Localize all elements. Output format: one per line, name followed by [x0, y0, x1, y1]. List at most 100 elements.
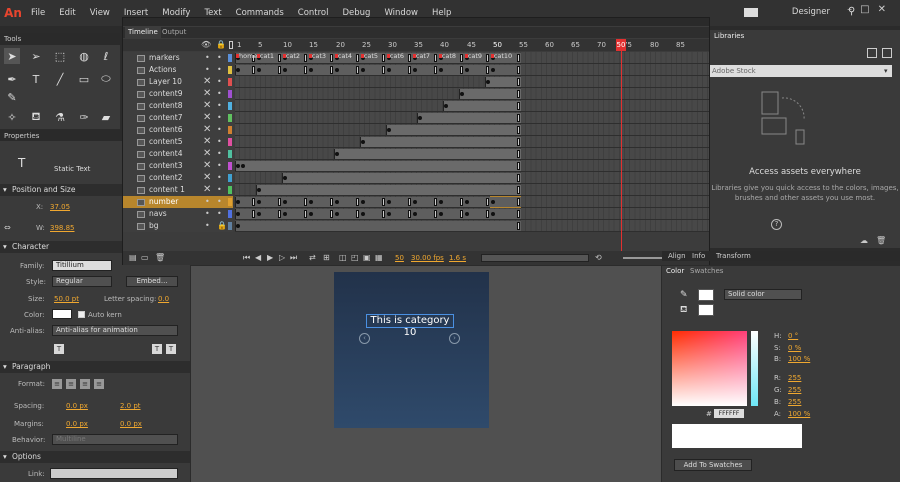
end-frame[interactable]	[516, 54, 520, 62]
end-frame[interactable]	[485, 66, 489, 74]
frame-span[interactable]	[359, 137, 521, 147]
keyframe[interactable]	[386, 128, 391, 132]
lock-toggle-icon[interactable]: •	[217, 208, 222, 220]
layer-frames[interactable]	[235, 196, 709, 208]
fill-type-select[interactable]: Solid color	[724, 289, 802, 300]
trash-icon[interactable]: 🗑	[876, 236, 886, 245]
end-frame[interactable]	[407, 198, 411, 206]
free-transform-tool-icon[interactable]: ⬚	[52, 48, 68, 64]
keyframe[interactable]	[236, 68, 240, 72]
end-frame[interactable]	[516, 114, 520, 122]
keyframe[interactable]	[256, 188, 261, 192]
lock-toggle-icon[interactable]: •	[217, 124, 222, 136]
layer-name-cell[interactable]: content8 ✕ •	[123, 100, 233, 112]
end-frame[interactable]	[355, 66, 359, 74]
keyframe[interactable]	[236, 164, 240, 168]
layer-name-cell[interactable]: bg • 🔒	[123, 220, 233, 232]
s-value[interactable]: 0 %	[788, 344, 801, 352]
hex-input[interactable]: FFFFFF	[714, 409, 744, 418]
keyframe[interactable]	[308, 200, 313, 204]
end-frame[interactable]	[516, 138, 520, 146]
end-frame[interactable]	[355, 198, 359, 206]
g-value[interactable]: 255	[788, 386, 801, 394]
layer-color-chip[interactable]	[228, 222, 232, 230]
keyframe[interactable]	[412, 68, 417, 72]
lock-toggle-icon[interactable]: •	[217, 52, 222, 64]
selectable-text-icon[interactable]: T	[54, 344, 64, 354]
align-left-icon[interactable]: ≡	[52, 379, 62, 389]
layer-color-chip[interactable]	[228, 198, 232, 206]
hidden-toggle-icon[interactable]: ✕	[203, 148, 211, 160]
keyframe[interactable]	[236, 212, 240, 216]
keyframe[interactable]	[282, 68, 287, 72]
playhead-line[interactable]	[621, 39, 622, 253]
hidden-toggle-icon[interactable]: ✕	[203, 184, 211, 196]
end-frame[interactable]	[459, 210, 463, 218]
end-frame[interactable]	[485, 54, 489, 62]
keyframe[interactable]	[490, 200, 495, 204]
end-frame[interactable]	[381, 210, 385, 218]
end-frame[interactable]	[329, 210, 333, 218]
layer-name-cell[interactable]: Actions • •	[123, 64, 233, 76]
keyframe[interactable]	[360, 200, 365, 204]
layer-frames[interactable]	[235, 88, 709, 100]
refresh-icon[interactable]: ⟲	[595, 253, 602, 262]
layer-name[interactable]: content 1	[149, 185, 185, 194]
keyframe[interactable]	[334, 200, 339, 204]
keyframe[interactable]	[308, 68, 313, 72]
end-frame[interactable]	[516, 210, 520, 218]
menu-edit[interactable]: Edit	[52, 8, 82, 18]
fill-color-icon[interactable]: ⛾	[680, 305, 687, 316]
lock-icon[interactable]: 🔒	[216, 40, 226, 49]
frame-span[interactable]	[417, 113, 521, 123]
layer-color-chip[interactable]	[228, 162, 232, 170]
keyframe[interactable]	[236, 224, 240, 228]
hue-slider[interactable]	[751, 331, 758, 406]
layer-color-chip[interactable]	[228, 114, 232, 122]
b-value[interactable]: 100 %	[788, 355, 810, 363]
layer-name-cell[interactable]: content4 ✕ •	[123, 148, 233, 160]
elapsed-time-value[interactable]: 1.6 s	[449, 254, 466, 262]
end-frame[interactable]	[516, 162, 520, 170]
lock-toggle-icon[interactable]: •	[217, 148, 222, 160]
text-color-swatch[interactable]	[52, 309, 72, 319]
end-frame[interactable]	[303, 198, 307, 206]
end-frame[interactable]	[355, 210, 359, 218]
lasso-tool-icon[interactable]: ℓ	[98, 48, 114, 64]
pen-tool-icon[interactable]: ✒	[4, 71, 20, 87]
layer-name-cell[interactable]: content 1 ✕ •	[123, 184, 233, 196]
x-value[interactable]: 37.05	[50, 203, 70, 211]
link-dimensions-icon[interactable]: ⇔	[4, 223, 11, 232]
end-frame[interactable]	[516, 90, 520, 98]
subselection-tool-icon[interactable]: ➢	[28, 48, 44, 64]
lock-toggle-icon[interactable]: •	[217, 172, 222, 184]
visibility-toggle-icon[interactable]: •	[205, 64, 210, 76]
hidden-toggle-icon[interactable]: ✕	[203, 88, 211, 100]
end-frame[interactable]	[433, 198, 437, 206]
keyframe[interactable]	[256, 212, 261, 216]
layer-color-chip[interactable]	[228, 66, 232, 74]
end-frame[interactable]	[251, 210, 255, 218]
frame-span[interactable]	[385, 125, 521, 135]
layer-color-chip[interactable]	[228, 54, 232, 62]
layer-name[interactable]: Actions	[149, 65, 176, 74]
end-frame[interactable]	[516, 78, 520, 86]
lock-toggle-icon[interactable]: •	[217, 196, 222, 208]
tab-timeline[interactable]: Timeline	[125, 27, 161, 38]
end-frame[interactable]	[381, 198, 385, 206]
hidden-toggle-icon[interactable]: ✕	[203, 124, 211, 136]
last-frame-icon[interactable]: ⏭	[290, 253, 297, 263]
prev-arrow-icon[interactable]: ‹	[359, 333, 370, 344]
frame-span[interactable]	[333, 149, 521, 159]
end-frame[interactable]	[303, 54, 307, 62]
layer-name-cell[interactable]: content9 ✕ •	[123, 88, 233, 100]
h-value[interactable]: 0 °	[788, 332, 798, 340]
ink-bottle-tool-icon[interactable]: ⚗	[52, 109, 68, 125]
stroke-color-swatch[interactable]	[698, 289, 714, 301]
keyframe[interactable]	[334, 68, 339, 72]
layer-name-cell[interactable]: markers • •	[123, 52, 233, 64]
keyframe[interactable]	[256, 68, 261, 72]
library-select[interactable]: Adobe Stock	[710, 65, 892, 77]
superscript-icon[interactable]: T	[152, 344, 162, 354]
layer-frames[interactable]	[235, 76, 709, 88]
